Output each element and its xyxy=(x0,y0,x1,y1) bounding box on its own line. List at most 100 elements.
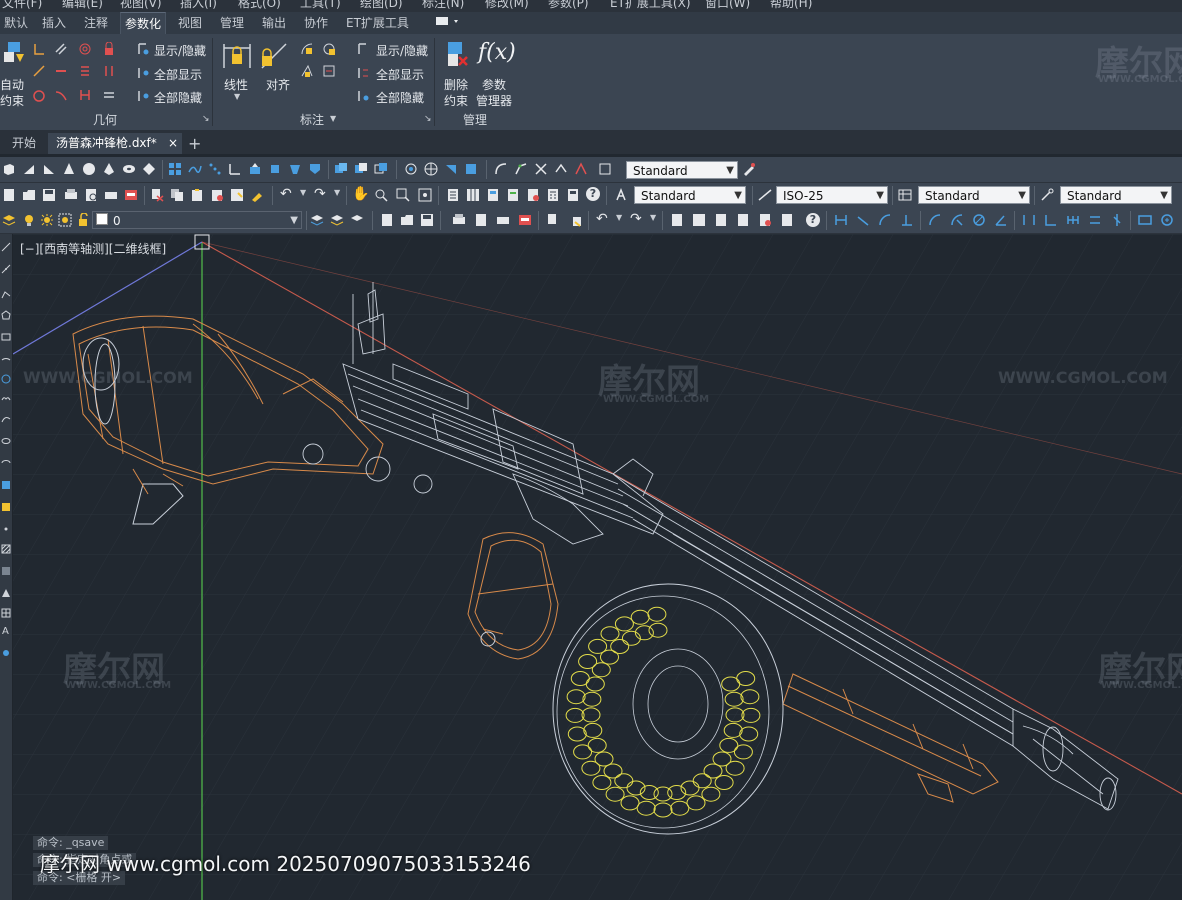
undo2-dropdown-icon[interactable]: ▼ xyxy=(616,213,622,222)
layer-previous-icon[interactable] xyxy=(330,213,344,227)
text-style-dropdown[interactable]: Standard ▼ xyxy=(634,186,746,204)
make-current-layer-icon[interactable] xyxy=(310,213,324,227)
geo-show-hide-button[interactable]: 显示/隐藏 xyxy=(154,42,206,59)
dimensional-dropdown-icon[interactable]: ▼ xyxy=(330,114,336,123)
layer-dropdown[interactable]: 0 ▼ xyxy=(92,211,302,229)
collinear-constraint-icon[interactable] xyxy=(32,64,46,78)
menu-format[interactable]: 格式(O) xyxy=(238,0,281,11)
copy-clipboard-icon[interactable] xyxy=(568,213,582,227)
revision-cloud-icon[interactable] xyxy=(1,394,11,404)
polysolid-icon[interactable] xyxy=(142,162,156,176)
diameter-dimension-icon[interactable] xyxy=(300,64,314,78)
menu-insert[interactable]: 插入(I) xyxy=(180,0,217,11)
open-icon[interactable] xyxy=(400,213,414,227)
new-icon[interactable] xyxy=(380,213,394,227)
redo-dropdown-icon[interactable]: ▼ xyxy=(334,188,340,197)
new-tab-button[interactable]: + xyxy=(180,133,209,154)
manage-panel-title[interactable]: 管理 xyxy=(444,112,506,128)
grid-icon[interactable] xyxy=(168,162,182,176)
layer-on-icon[interactable] xyxy=(22,213,36,227)
union-icon[interactable] xyxy=(334,162,348,176)
symmetric-constraint-icon[interactable] xyxy=(102,64,116,78)
menu-et-tools[interactable]: ET扩展工具(X) xyxy=(610,0,691,11)
3dprint-red-icon[interactable] xyxy=(518,213,532,227)
layer-vp-freeze-icon[interactable] xyxy=(58,213,72,227)
table-icon[interactable] xyxy=(1,608,11,618)
parameters-manager-label-1[interactable]: 参数 xyxy=(482,76,506,93)
ribbon-options-button[interactable] xyxy=(430,12,466,34)
baseline-dim-icon[interactable] xyxy=(1044,213,1058,227)
convert-dimension-icon[interactable] xyxy=(322,64,336,78)
tab-default[interactable]: 默认 xyxy=(0,12,32,34)
perpendicular-constraint-icon[interactable] xyxy=(32,42,46,56)
hatch-icon[interactable] xyxy=(1,544,11,554)
arc-icon[interactable] xyxy=(1,352,11,362)
angular-dim-icon[interactable] xyxy=(994,213,1008,227)
plot-icon[interactable] xyxy=(64,188,78,202)
add-selected-icon[interactable] xyxy=(1,648,11,658)
extrude-icon[interactable] xyxy=(248,162,262,176)
horizontal-constraint-icon[interactable] xyxy=(54,64,68,78)
radius-dim-icon[interactable] xyxy=(928,213,942,227)
menu-modify[interactable]: 修改(M) xyxy=(485,0,529,11)
geo-show-all-button[interactable]: 全部显示 xyxy=(154,66,202,83)
visual-style-dropdown[interactable]: Standard ▼ xyxy=(626,161,738,179)
menu-window[interactable]: 窗口(W) xyxy=(705,0,750,11)
start-tab[interactable]: 开始 xyxy=(4,133,44,154)
markup2-icon[interactable] xyxy=(758,213,772,227)
revolve-icon[interactable] xyxy=(268,162,282,176)
model-viewport[interactable]: [−][西南等轴测][二维线框] 摩尔网 摩尔网 WWW.CGMOL.COM 摩… xyxy=(13,234,1182,900)
dim-break-icon[interactable] xyxy=(1110,213,1124,227)
box-icon[interactable] xyxy=(2,162,16,176)
geometry-panel-launcher-icon[interactable]: ↘ xyxy=(202,114,210,124)
cone-icon[interactable] xyxy=(62,162,76,176)
dim-space-icon[interactable] xyxy=(1088,213,1102,227)
tab-insert[interactable]: 插入 xyxy=(38,12,70,34)
menu-help[interactable]: 帮助(H) xyxy=(770,0,812,11)
undo-dropdown-icon[interactable]: ▼ xyxy=(300,188,306,197)
menu-edit[interactable]: 编辑(E) xyxy=(62,0,103,11)
point-icon[interactable] xyxy=(1,524,11,534)
tab-parametric[interactable]: 参数化 xyxy=(120,12,167,35)
smooth-constraint-icon[interactable] xyxy=(54,88,68,102)
chamfer-edge-icon[interactable] xyxy=(514,162,528,176)
zoom-window-icon[interactable] xyxy=(396,188,410,202)
design-center2-icon[interactable] xyxy=(692,213,706,227)
cut-icon[interactable] xyxy=(150,188,164,202)
tolerance-icon[interactable] xyxy=(1138,213,1152,227)
properties2-icon[interactable] xyxy=(670,213,684,227)
batch-plot-icon[interactable] xyxy=(496,213,510,227)
sheet-set-icon[interactable] xyxy=(506,188,520,202)
dim-show-hide-button[interactable]: 显示/隐藏 xyxy=(376,42,428,59)
sphere-icon[interactable] xyxy=(82,162,96,176)
block-editor-icon[interactable] xyxy=(230,188,244,202)
tab-manage[interactable]: 管理 xyxy=(216,12,248,34)
menu-file[interactable]: 文件(F) xyxy=(2,0,42,11)
ucs-icon[interactable] xyxy=(228,162,242,176)
vertical-constraint-icon[interactable] xyxy=(78,64,92,78)
copy-icon[interactable] xyxy=(170,188,184,202)
undo2-icon[interactable]: ↶ xyxy=(596,211,608,227)
polyline-icon[interactable] xyxy=(1,290,11,300)
ellipse-icon[interactable] xyxy=(1,436,11,446)
linear-dimension-button[interactable]: 线性 xyxy=(224,76,248,93)
visual-style-manager-icon[interactable] xyxy=(742,162,756,176)
region-icon[interactable] xyxy=(1,588,11,598)
construction-line-icon[interactable] xyxy=(1,264,11,274)
redo2-dropdown-icon[interactable]: ▼ xyxy=(650,213,656,222)
print-icon[interactable] xyxy=(452,213,466,227)
auto-constrain-label-2[interactable]: 约束 xyxy=(0,92,24,109)
tab-output[interactable]: 输出 xyxy=(258,12,290,34)
publish-icon[interactable] xyxy=(104,188,118,202)
fillet-edge-icon[interactable] xyxy=(494,162,508,176)
quickcalc-icon[interactable] xyxy=(546,188,560,202)
menu-view[interactable]: 视图(V) xyxy=(120,0,162,11)
design-center-icon[interactable] xyxy=(466,188,480,202)
plot-preview-icon[interactable] xyxy=(84,188,98,202)
save-icon[interactable] xyxy=(42,188,56,202)
print-preview-icon[interactable] xyxy=(474,213,488,227)
circle-icon[interactable] xyxy=(1,374,11,384)
redo2-icon[interactable]: ↷ xyxy=(630,211,642,227)
table-style-dropdown[interactable]: Standard ▼ xyxy=(918,186,1030,204)
tab-et-tools[interactable]: ET扩展工具 xyxy=(342,12,413,34)
